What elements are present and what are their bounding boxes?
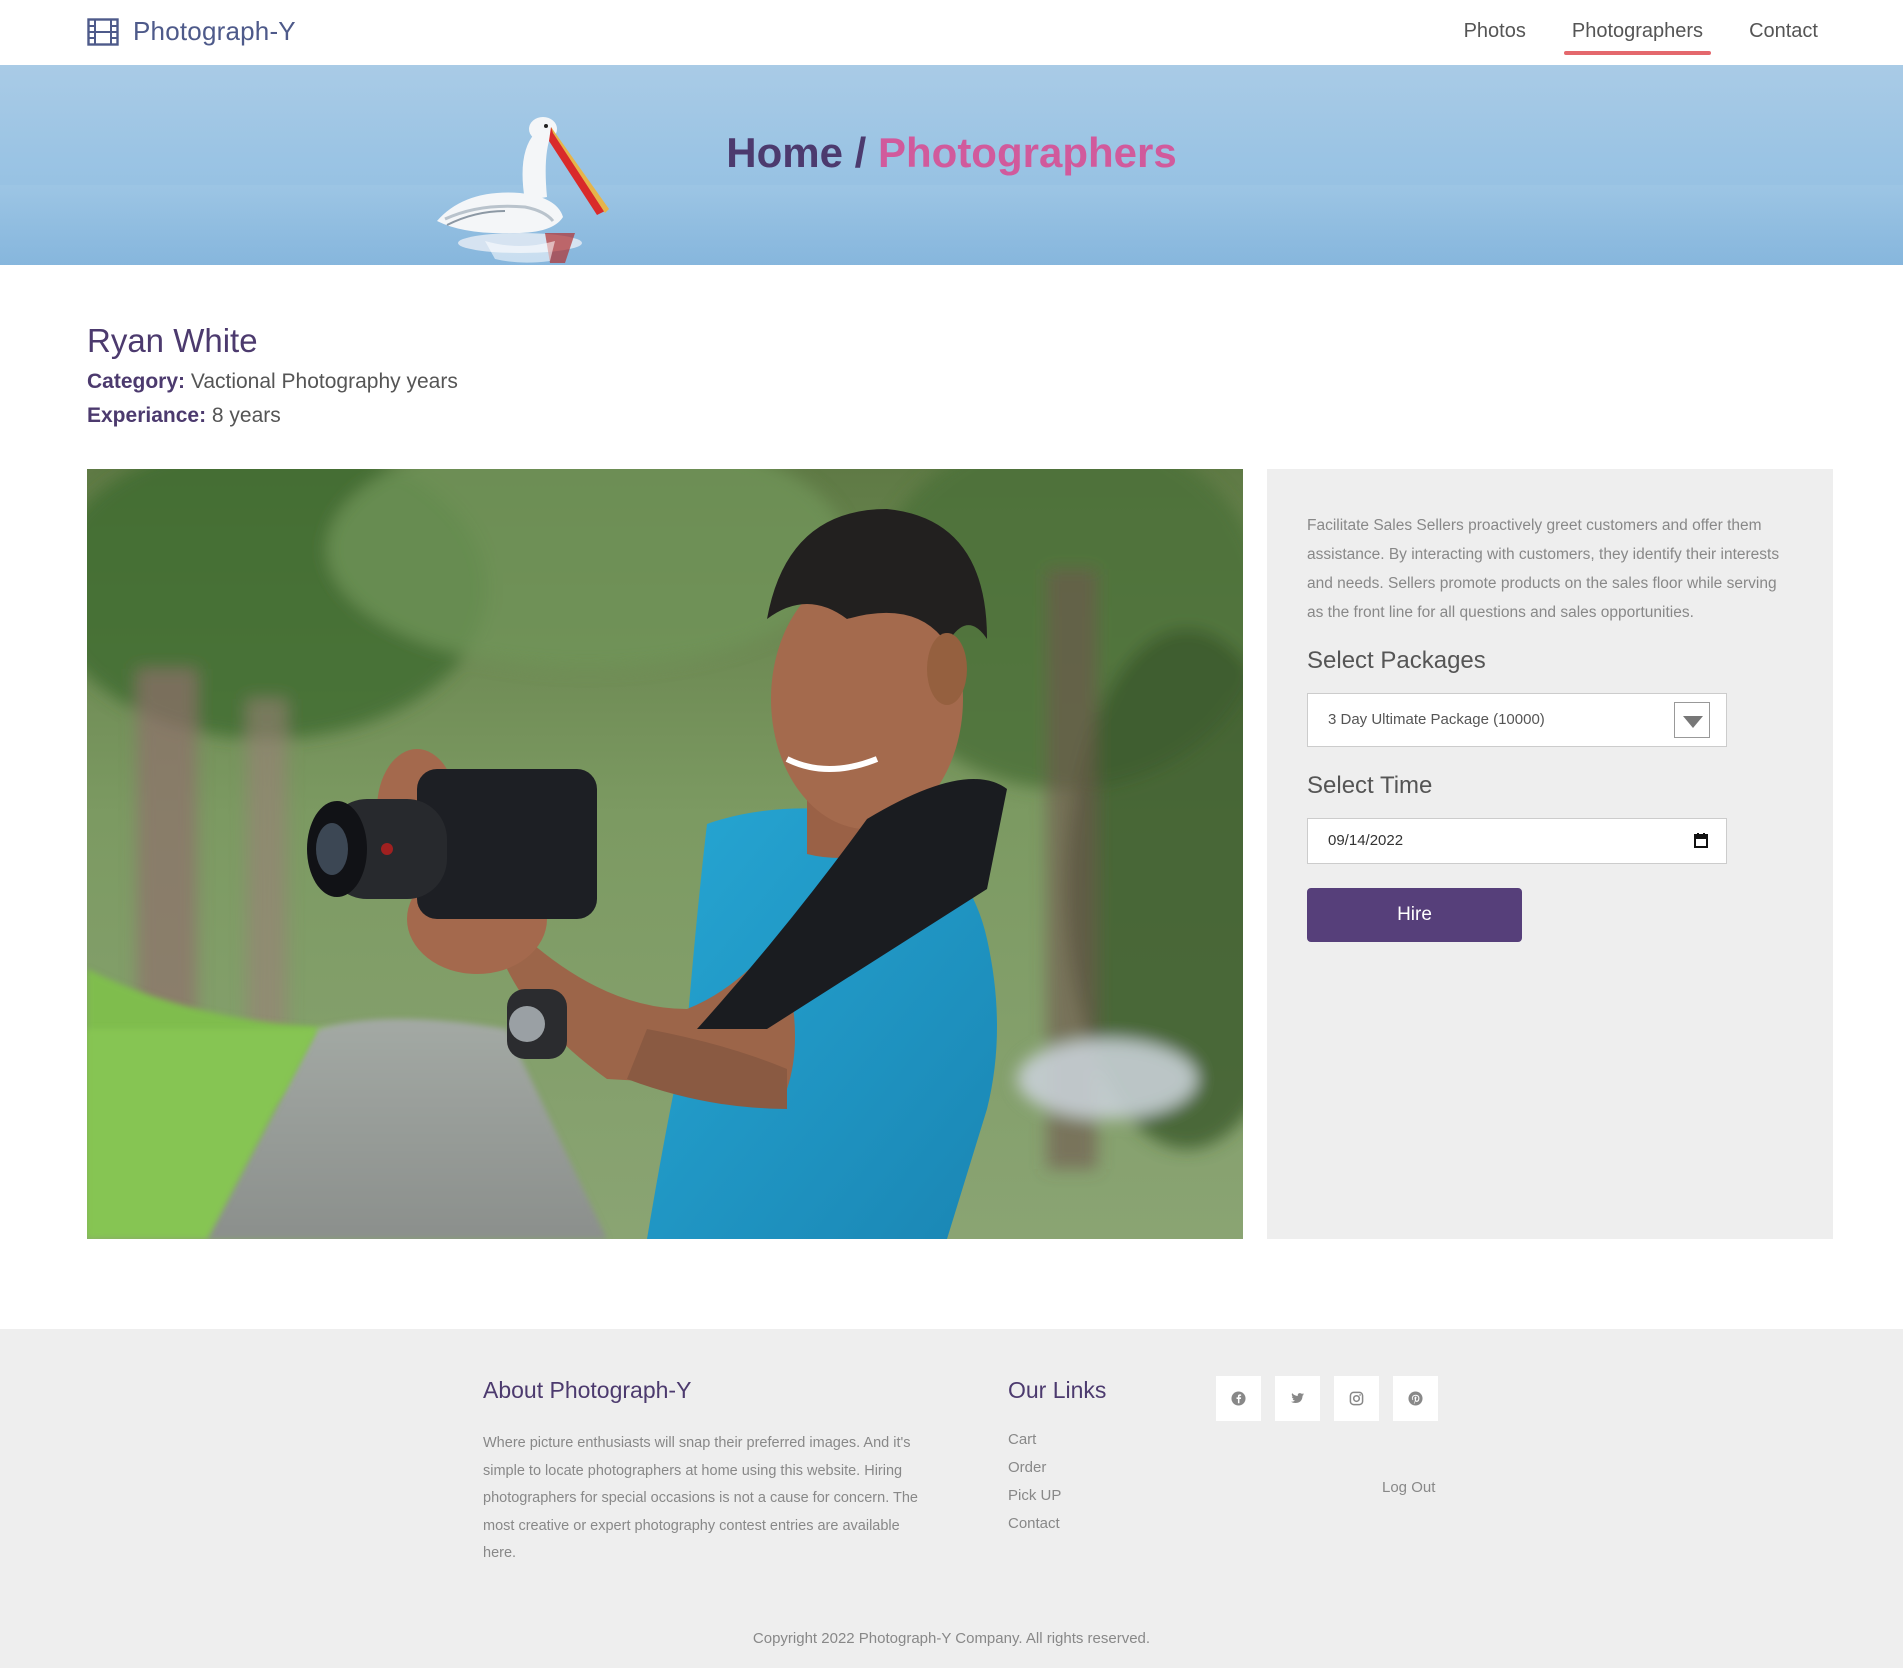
footer-links: Our Links Cart Order Pick UP Contact xyxy=(1008,1377,1106,1538)
experience-label: Experiance: xyxy=(87,404,207,427)
hero-banner: Home / Photographers xyxy=(0,65,1903,265)
nav-link-contact[interactable]: Contact xyxy=(1741,18,1826,58)
footer: About Photograph-Y Where picture enthusi… xyxy=(0,1329,1903,1668)
hero-water xyxy=(0,185,1903,265)
breadcrumb-home[interactable]: Home xyxy=(726,129,843,176)
brand-link[interactable]: Photograph-Y xyxy=(87,16,296,47)
experience-row: Experiance: 8 years xyxy=(87,404,458,428)
footer-about-text: Where picture enthusiasts will snap thei… xyxy=(483,1435,918,1561)
pelican-image xyxy=(437,117,609,263)
twitter-icon[interactable] xyxy=(1275,1376,1320,1421)
package-selected-value: 3 Day Ultimate Package (10000) xyxy=(1328,711,1545,728)
packages-label: Select Packages xyxy=(1307,647,1486,674)
calendar-icon[interactable] xyxy=(1694,833,1708,848)
footer-link-contact[interactable]: Contact xyxy=(1008,1510,1106,1538)
date-input[interactable]: 09/14/2022 xyxy=(1307,818,1727,864)
date-value: 09/14/2022 xyxy=(1328,832,1404,849)
breadcrumb-current: Photographers xyxy=(878,129,1177,176)
time-label: Select Time xyxy=(1307,772,1433,799)
social-links xyxy=(1216,1376,1438,1421)
footer-about-title: About Photograph-Y xyxy=(483,1377,692,1403)
breadcrumb-separator: / xyxy=(854,129,867,176)
brand-name: Photograph-Y xyxy=(133,16,296,46)
footer-link-pickup[interactable]: Pick UP xyxy=(1008,1482,1106,1510)
nav-link-photos[interactable]: Photos xyxy=(1456,18,1534,58)
logout-link[interactable]: Log Out xyxy=(1382,1479,1435,1496)
footer-about: About Photograph-Y Where picture enthusi… xyxy=(483,1377,923,1568)
nav-link-photographers[interactable]: Photographers xyxy=(1563,18,1712,58)
photographer-name: Ryan White xyxy=(87,322,258,359)
instagram-icon[interactable] xyxy=(1334,1376,1379,1421)
navbar: Photograph-Y Photos Photographers Contac… xyxy=(0,0,1903,65)
pinterest-icon[interactable] xyxy=(1393,1376,1438,1421)
experience-value: 8 years xyxy=(211,404,281,427)
photographer-profile: Ryan White Category: Vactional Photograp… xyxy=(87,322,458,438)
category-label: Category: xyxy=(87,370,186,393)
package-select[interactable]: 3 Day Ultimate Package (10000) xyxy=(1307,693,1727,747)
photographer-photo-illustration xyxy=(87,469,1243,1239)
hire-panel: Facilitate Sales Sellers proactively gre… xyxy=(1267,469,1833,1239)
footer-link-cart[interactable]: Cart xyxy=(1008,1426,1106,1454)
footer-links-title: Our Links xyxy=(1008,1377,1107,1403)
footer-link-order[interactable]: Order xyxy=(1008,1454,1106,1482)
nav-links: Photos Photographers Contact xyxy=(1426,18,1826,58)
hire-button[interactable]: Hire xyxy=(1307,888,1522,942)
copyright: Copyright 2022 Photograph-Y Company. All… xyxy=(752,1630,1151,1647)
category-value: Vactional Photography years xyxy=(190,370,458,393)
photographer-photo xyxy=(87,469,1243,1239)
breadcrumb: Home / Photographers xyxy=(0,129,1903,177)
panel-description: Facilitate Sales Sellers proactively gre… xyxy=(1307,517,1780,621)
facebook-icon[interactable] xyxy=(1216,1376,1261,1421)
film-icon xyxy=(87,17,119,46)
category-row: Category: Vactional Photography years xyxy=(87,370,458,394)
chevron-down-icon[interactable] xyxy=(1674,702,1710,738)
